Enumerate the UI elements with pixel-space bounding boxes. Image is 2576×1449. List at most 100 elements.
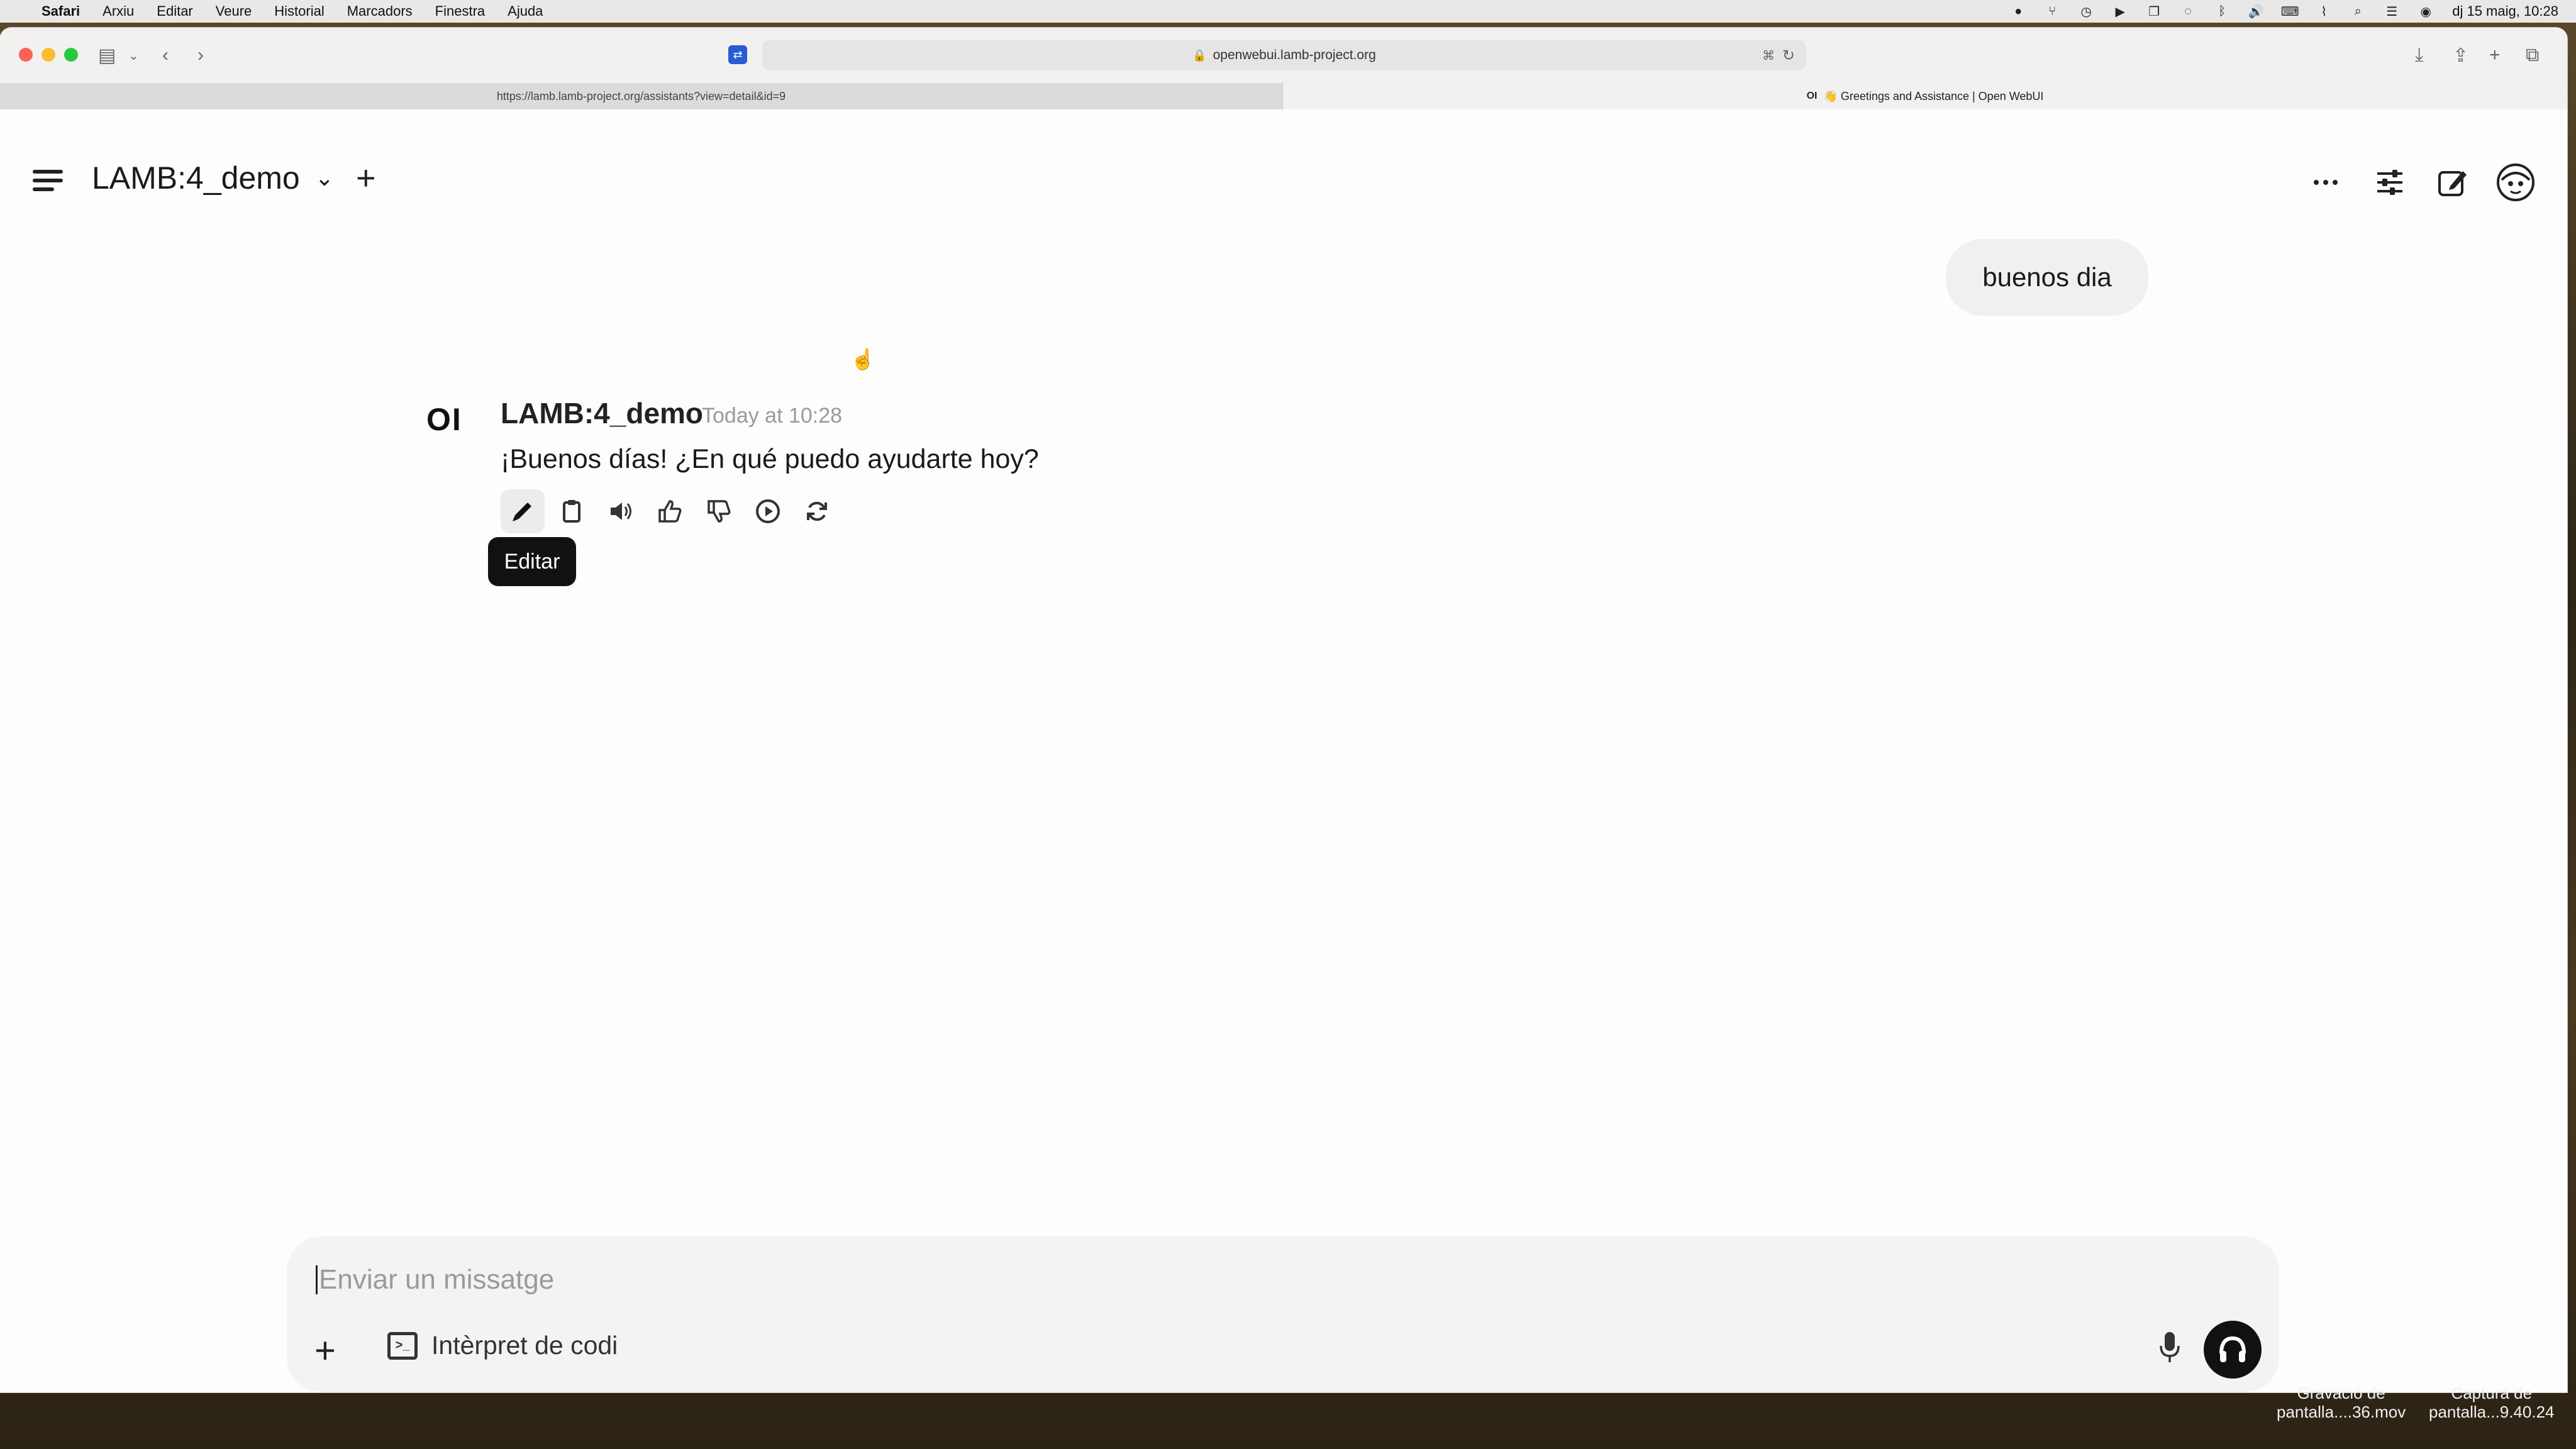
terminal-icon: >_: [387, 1331, 418, 1360]
continue-response-button[interactable]: [746, 489, 790, 533]
message-actions: [501, 489, 839, 533]
voice-mode-button[interactable]: [2204, 1321, 2262, 1379]
spotlight-icon[interactable]: ⌕: [2350, 4, 2365, 19]
file-name-line1: Captura de: [2451, 1384, 2533, 1402]
control-center-icon[interactable]: ☰: [2384, 4, 2399, 19]
code-interpreter-toggle[interactable]: >_ Intèrpret de codi: [387, 1331, 618, 1360]
reload-icon[interactable]: ↻: [1782, 47, 1795, 65]
tab-open-webui[interactable]: OI 👋 Greetings and Assistance | Open Web…: [1283, 83, 2567, 109]
tooltip-text: Editar: [504, 549, 560, 574]
message-input-placeholder: Enviar un missatge: [319, 1264, 555, 1295]
play-icon[interactable]: ▶: [2112, 4, 2128, 19]
tab-label: 👋 Greetings and Assistance | Open WebUI: [1823, 89, 2044, 103]
edit-button[interactable]: [501, 489, 545, 533]
menu-arxiu[interactable]: Arxiu: [103, 3, 134, 19]
regenerate-button[interactable]: [795, 489, 839, 533]
thumbs-down-button[interactable]: [697, 489, 741, 533]
user-message-bubble: buenos dia: [1946, 239, 2148, 316]
controls-sliders-icon[interactable]: [2370, 162, 2410, 203]
desktop-file-recording[interactable]: Gravació de pantalla....36.mov: [2277, 1384, 2406, 1421]
text-caret: [316, 1265, 318, 1294]
file-name-line2: pantalla....36.mov: [2277, 1402, 2406, 1421]
menu-finestra[interactable]: Finestra: [435, 3, 485, 19]
copy-button[interactable]: [550, 489, 594, 533]
desktop-file-screenshot[interactable]: Captura de pantalla...9.40.24: [2429, 1384, 2555, 1421]
status-area: ● ⑂ ◷ ▶ ❐ ◌ ᛒ 🔊 ⌨ ⌇ ⌕ ☰ ◉ dj 15 maig, 10…: [2011, 0, 2558, 23]
address-text: openwebui.lamb-project.org: [1213, 48, 1376, 62]
sidebar-toggle-icon[interactable]: ▤: [98, 44, 116, 67]
speaker-icon: [611, 502, 631, 520]
assistant-name: LAMB:4_demo: [501, 397, 704, 430]
extension-icon[interactable]: ⇄: [728, 45, 747, 64]
file-name-line1: Gravació de: [2297, 1384, 2385, 1402]
add-model-icon[interactable]: +: [356, 158, 376, 197]
record-icon[interactable]: ●: [2011, 4, 2026, 19]
volume-icon[interactable]: 🔊: [2248, 4, 2264, 19]
translate-icon[interactable]: ⌘: [1762, 48, 1775, 64]
message-input[interactable]: Enviar un missatge: [316, 1264, 554, 1296]
assistant-message-text: ¡Buenos días! ¿En qué puedo ayudarte hoy…: [501, 444, 1039, 474]
chevron-down-icon: ⌄: [314, 165, 334, 191]
headphones-icon: [2219, 1336, 2246, 1362]
message-composer: Enviar un missatge + >_ Intèrpret de cod…: [287, 1236, 2279, 1392]
chevron-down-icon[interactable]: ⌄: [128, 44, 139, 67]
forward-icon[interactable]: ›: [197, 44, 204, 67]
keyboard-icon[interactable]: ⌨: [2281, 4, 2299, 19]
model-selector[interactable]: LAMB:4_demo ⌄: [92, 160, 334, 196]
pencil-icon: [513, 502, 531, 521]
bluetooth-icon[interactable]: ᛒ: [2214, 4, 2229, 19]
close-window-button[interactable]: [19, 48, 33, 62]
hamburger-menu-icon[interactable]: [33, 170, 63, 195]
lock-icon: 🔒: [1192, 48, 1207, 62]
thumbs-down-icon: [708, 500, 731, 523]
share-icon[interactable]: ⇪: [2453, 44, 2468, 67]
user-avatar[interactable]: [2496, 162, 2536, 203]
menu-veure[interactable]: Veure: [216, 3, 252, 19]
minimize-window-button[interactable]: [42, 48, 55, 62]
thumbs-up-icon: [658, 500, 682, 523]
code-interpreter-label: Intèrpret de codi: [431, 1331, 618, 1360]
time-machine-icon[interactable]: ◷: [2079, 4, 2094, 19]
menu-editar[interactable]: Editar: [157, 3, 192, 19]
new-tab-icon[interactable]: +: [2489, 44, 2501, 67]
window-controls: [19, 48, 78, 62]
menu-app-name[interactable]: Safari: [42, 3, 80, 19]
attach-plus-icon[interactable]: +: [314, 1330, 336, 1372]
tab-favicon: OI: [1806, 91, 1818, 101]
zoom-window-button[interactable]: [64, 48, 78, 62]
pointer-cursor-icon: ☝: [850, 348, 875, 370]
back-icon[interactable]: ‹: [162, 44, 169, 67]
downloads-icon[interactable]: ⤓: [2415, 44, 2423, 67]
user-icon[interactable]: ◌: [2180, 4, 2196, 19]
menu-clock[interactable]: dj 15 maig, 10:28: [2452, 3, 2558, 19]
browser-toolbar: ▤ ⌄ ‹ › ⇄ 🔒 openwebui.lamb-project.org ⌘…: [0, 28, 2567, 83]
tab-overview-icon[interactable]: ⧉: [2526, 44, 2539, 67]
tab-label: https://lamb.lamb-project.org/assistants…: [496, 89, 786, 103]
clipboard-icon: [563, 500, 580, 523]
menu-marcadors[interactable]: Marcadors: [347, 3, 413, 19]
address-bar[interactable]: 🔒 openwebui.lamb-project.org ⌘ ↻: [762, 40, 1806, 70]
thumbs-up-button[interactable]: [648, 489, 692, 533]
new-chat-icon[interactable]: [2433, 162, 2473, 203]
chat-app: LAMB:4_demo ⌄ + buenos dia ☝ OI LAMB:4_d…: [0, 109, 2567, 1392]
model-name: LAMB:4_demo: [92, 160, 300, 196]
tab-bar: https://lamb.lamb-project.org/assistants…: [0, 83, 2567, 109]
menu-ajuda[interactable]: Ajuda: [508, 3, 543, 19]
screens-icon[interactable]: ❐: [2146, 4, 2162, 19]
siri-icon[interactable]: ◉: [2418, 4, 2433, 19]
refresh-icon: [807, 501, 827, 521]
menu-historial[interactable]: Historial: [274, 3, 324, 19]
read-aloud-button[interactable]: [599, 489, 643, 533]
play-circle-icon: [756, 499, 780, 523]
microphone-icon[interactable]: [2151, 1328, 2189, 1366]
assistant-avatar: OI: [426, 402, 462, 437]
tab-lamb-assistants[interactable]: https://lamb.lamb-project.org/assistants…: [0, 83, 1283, 109]
user-message-text: buenos dia: [1982, 262, 2112, 292]
wifi-off-icon[interactable]: ⌇: [2316, 4, 2331, 19]
menu-bar: Safari Arxiu Editar Veure Historial Marc…: [0, 0, 2576, 23]
fork-icon[interactable]: ⑂: [2045, 4, 2060, 19]
file-name-line2: pantalla...9.40.24: [2429, 1402, 2555, 1421]
edit-tooltip: Editar: [488, 537, 576, 586]
more-options-icon[interactable]: [2306, 162, 2346, 203]
message-timestamp: Today at 10:28: [702, 404, 843, 428]
